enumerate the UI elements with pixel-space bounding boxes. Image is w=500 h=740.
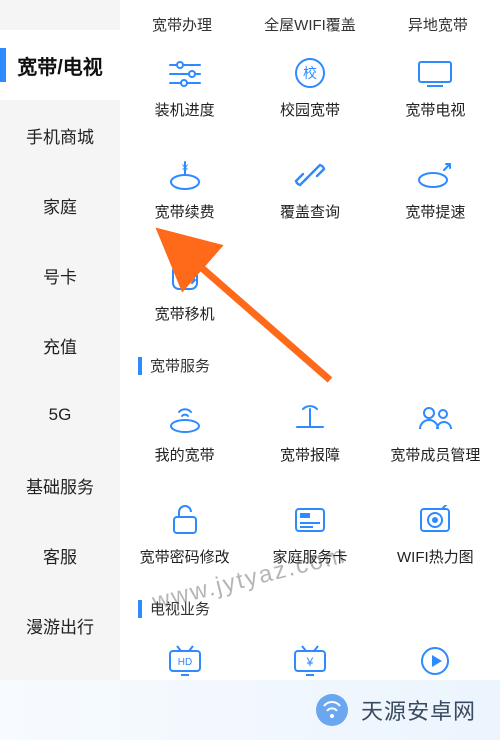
sidebar-item-label: 5G [49,405,72,425]
top-links-row: 宽带办理 全屋WIFI覆盖 异地宽带 [120,10,500,45]
sidebar-item-basic-services[interactable]: 基础服务 [0,450,120,520]
svg-text:¥: ¥ [181,163,189,175]
item-label: 覆盖查询 [280,201,340,222]
item-label: 宽带密码修改 [140,546,230,567]
sidebar-item-label: 号卡 [43,263,77,288]
sidebar-item-label: 基础服务 [26,473,94,498]
sidebar-item-5g[interactable]: 5G [0,380,120,450]
item-label: 宽带续费 [155,201,215,222]
section-header-broadband-service: 宽带服务 [120,341,500,390]
tv-icon [415,53,455,93]
item-broadband-move[interactable]: 宽带移机 [122,257,247,341]
antenna-icon [290,398,330,438]
app-root: 宽带/电视 手机商城 家庭 号卡 充值 5G 基础服务 客服 漫游出行 政企业务… [0,0,500,740]
item-label: 宽带成员管理 [390,444,480,465]
move-icon [165,257,205,297]
speedup-icon [415,155,455,195]
toplink-broadband-apply[interactable]: 宽带办理 [152,14,212,35]
lock-icon [165,500,205,540]
item-change-password[interactable]: 宽带密码修改 [122,500,247,584]
item-label: 家庭服务卡 [272,546,347,567]
sidebar-item-label: 客服 [43,543,77,568]
grid-section-0: 装机进度 校 校园宽带 宽带电视 ¥ 宽带续费 [120,45,500,341]
item-broadband-tv[interactable]: 宽带电视 [373,53,498,137]
link-icon [290,155,330,195]
item-my-broadband[interactable]: 我的宽带 [122,398,247,482]
footer-text: 天源安卓网 [361,694,476,726]
item-label: WIFI热力图 [397,546,474,567]
sidebar-item-broadband-tv[interactable]: 宽带/电视 [0,30,120,100]
heatmap-icon [415,500,455,540]
item-install-progress[interactable]: 装机进度 [122,53,247,137]
item-label: 装机进度 [155,99,215,120]
sidebar-item-phone-mall[interactable]: 手机商城 [0,100,120,170]
service-card-icon [290,500,330,540]
sidebar: 宽带/电视 手机商城 家庭 号卡 充值 5G 基础服务 客服 漫游出行 政企业务 [0,0,120,740]
renew-icon: ¥ [165,155,205,195]
section-title: 宽带服务 [150,355,210,376]
item-label: 宽带报障 [280,444,340,465]
campus-icon: 校 [290,53,330,93]
section-bar-icon [138,357,142,375]
item-label: 校园宽带 [280,99,340,120]
item-coverage-query[interactable]: 覆盖查询 [247,155,372,239]
sidebar-item-label: 家庭 [43,193,77,218]
router-icon [165,398,205,438]
footer: 天源安卓网 [0,680,500,740]
sidebar-item-label: 充值 [43,333,77,358]
footer-logo-icon [315,693,349,727]
sidebar-item-sim-card[interactable]: 号卡 [0,240,120,310]
item-label: 我的宽带 [155,444,215,465]
item-broadband-renew[interactable]: ¥ 宽带续费 [122,155,247,239]
toplink-remote-broadband[interactable]: 异地宽带 [408,14,468,35]
tv-renew-icon: ¥ [290,641,330,681]
sidebar-item-label: 宽带/电视 [17,51,103,80]
svg-text:校: 校 [303,65,317,81]
item-report-fault[interactable]: 宽带报障 [247,398,372,482]
item-wifi-heatmap[interactable]: WIFI热力图 [373,500,498,584]
section-header-tv-service: 电视业务 [120,584,500,633]
svg-text:HD: HD [177,657,191,668]
item-family-service-card[interactable]: 家庭服务卡 [247,500,372,584]
item-broadband-speedup[interactable]: 宽带提速 [373,155,498,239]
sidebar-item-family[interactable]: 家庭 [0,170,120,240]
members-icon [415,398,455,438]
grid-section-1: 我的宽带 宽带报障 宽带成员管理 宽带密码修改 [120,390,500,584]
section-bar-icon [138,600,142,618]
item-campus-broadband[interactable]: 校 校园宽带 [247,53,372,137]
play-icon [415,641,455,681]
item-label: 宽带移机 [155,303,215,324]
section-title: 电视业务 [150,598,210,619]
item-member-manage[interactable]: 宽带成员管理 [373,398,498,482]
item-label: 宽带电视 [405,99,465,120]
toplink-whole-home-wifi[interactable]: 全屋WIFI覆盖 [264,14,356,35]
svg-text:¥: ¥ [306,655,314,669]
main-panel: 宽带办理 全屋WIFI覆盖 异地宽带 装机进度 校 校园宽带 [120,0,500,740]
item-label: 宽带提速 [405,201,465,222]
hd-tv-icon: HD [165,641,205,681]
sidebar-item-label: 手机商城 [26,123,94,148]
sidebar-item-customer-service[interactable]: 客服 [0,520,120,590]
sidebar-item-label: 漫游出行 [26,613,94,638]
sidebar-item-recharge[interactable]: 充值 [0,310,120,380]
sliders-icon [165,53,205,93]
sidebar-item-roaming-travel[interactable]: 漫游出行 [0,590,120,660]
